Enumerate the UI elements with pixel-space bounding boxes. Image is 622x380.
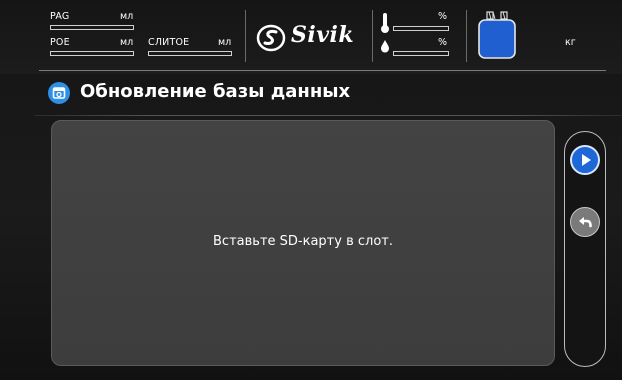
separator — [372, 10, 373, 62]
poe-label: POE — [50, 37, 70, 48]
poe-level-bar — [50, 51, 134, 56]
status-bar: PAG мл POE мл СЛИТОЕ мл Sivik % % кг — [0, 0, 622, 74]
play-next-icon — [582, 154, 591, 166]
sivik-logo-icon — [256, 24, 286, 52]
pag-level-bar — [50, 25, 134, 30]
instruction-message: Вставьте SD-карту в слот. — [213, 234, 393, 249]
drain-level-bar — [148, 51, 232, 56]
temperature-unit: % — [438, 11, 448, 22]
side-navigation — [564, 131, 606, 367]
brand-name: Sivik — [291, 22, 355, 48]
separator — [245, 10, 246, 62]
drop-icon — [381, 40, 389, 53]
database-update-icon — [48, 82, 70, 104]
header-divider — [34, 115, 622, 116]
temperature-bar — [393, 26, 449, 31]
pag-label: PAG — [50, 11, 70, 22]
status-bar-divider — [39, 70, 606, 71]
tank-unit: кг — [565, 37, 576, 48]
page-title: Обновление базы данных — [80, 81, 351, 102]
next-button[interactable] — [570, 145, 600, 175]
separator — [466, 10, 467, 62]
humidity-unit: % — [438, 37, 448, 48]
thermometer-icon — [381, 13, 389, 33]
screen: PAG мл POE мл СЛИТОЕ мл Sivik % % кг Обн… — [0, 0, 622, 380]
poe-unit: мл — [120, 37, 134, 48]
drain-unit: мл — [218, 37, 232, 48]
humidity-bar — [393, 51, 449, 56]
pag-unit: мл — [120, 11, 134, 22]
drain-label: СЛИТОЕ — [148, 37, 190, 48]
content-panel: Вставьте SD-карту в слот. — [51, 120, 555, 366]
back-arrow-icon — [579, 217, 592, 228]
back-button[interactable] — [570, 207, 600, 237]
refrigerant-tank-icon — [478, 11, 516, 59]
